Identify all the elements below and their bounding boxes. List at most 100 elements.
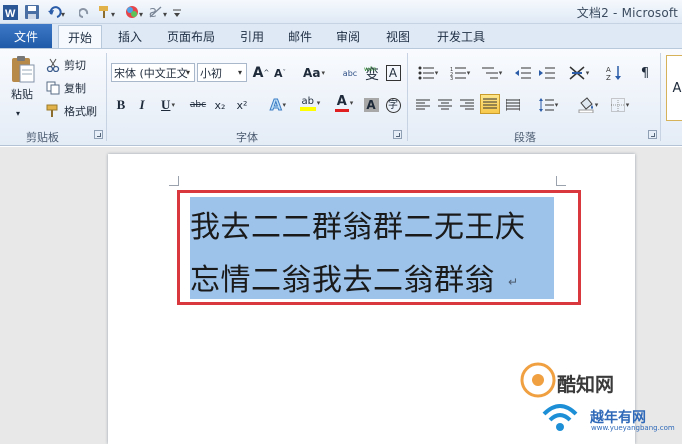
grow-font-button[interactable]: A ^ <box>252 63 270 83</box>
font-color-button[interactable]: A ▾ <box>330 93 358 113</box>
font-launcher-icon[interactable] <box>393 130 402 139</box>
margin-corner-mark <box>556 176 566 186</box>
distributed-icon <box>506 99 520 111</box>
superscript-button[interactable]: x² <box>234 95 250 115</box>
window-title: 文档2 - Microsoft <box>576 6 678 20</box>
font-color-letter: A <box>336 94 347 109</box>
decrease-indent-button[interactable] <box>513 63 533 83</box>
paintbrush-icon <box>46 104 58 117</box>
svg-text:wén: wén <box>364 66 377 73</box>
tab-references[interactable]: 引用 <box>234 24 270 48</box>
clipboard-launcher-icon[interactable] <box>94 130 103 139</box>
group-divider <box>106 53 107 141</box>
paste-button[interactable]: 粘贴 <box>5 53 39 105</box>
align-left-icon <box>416 99 430 110</box>
svg-text:3: 3 <box>450 76 453 80</box>
strikethrough-label: abc <box>189 100 207 110</box>
copy-icon <box>46 81 60 95</box>
borders-button[interactable]: ▾ <box>606 95 634 115</box>
save-icon[interactable] <box>24 3 40 21</box>
undo-icon[interactable]: ▾ <box>46 3 68 21</box>
italic-label: I <box>139 97 145 112</box>
multilevel-list-icon <box>481 67 498 79</box>
svg-text:▾: ▾ <box>139 10 143 19</box>
bold-button[interactable]: B <box>113 95 129 115</box>
redo-icon[interactable] <box>78 3 92 21</box>
char-border-button[interactable]: A <box>384 63 402 83</box>
paragraph-launcher-icon[interactable] <box>648 130 657 139</box>
text-effects-button[interactable]: A ▾ <box>264 95 292 115</box>
justify-button[interactable] <box>480 94 500 114</box>
underline-button[interactable]: U ▾ <box>156 95 180 115</box>
underline-label: U <box>161 97 171 112</box>
sort-icon: AZ <box>606 66 621 81</box>
phonetic-guide-button[interactable]: abc <box>340 63 360 83</box>
styles-gallery[interactable]: A <box>666 55 682 121</box>
tab-file[interactable]: 文件 <box>0 24 52 48</box>
highlight-icon: ab <box>299 95 316 111</box>
numbering-icon: 123 <box>450 67 466 80</box>
enclose-char-button[interactable]: 字 <box>384 95 402 115</box>
subscript-label: x₂ <box>214 98 226 112</box>
change-case-button[interactable]: Aa ▾ <box>300 63 328 83</box>
highlight-frame <box>177 190 581 305</box>
align-center-button[interactable] <box>436 95 454 115</box>
format-painter-icon[interactable]: ▾ <box>96 3 120 21</box>
bullets-button[interactable]: ▾ <box>414 63 442 83</box>
show-marks-button[interactable]: ¶ <box>636 63 654 83</box>
highlight-button[interactable]: ab ▾ <box>296 93 324 113</box>
shading-button[interactable]: ▾ <box>574 95 602 115</box>
paste-icon <box>12 56 35 83</box>
group-divider <box>407 53 408 141</box>
watermark-wifi-icon <box>540 398 580 441</box>
format-painter-button[interactable]: 格式刷 <box>46 101 102 121</box>
tab-mailings[interactable]: 邮件 <box>282 24 318 48</box>
highlight-letters: ab <box>301 95 314 107</box>
color-icon[interactable]: ▾ <box>124 3 146 21</box>
distributed-button[interactable] <box>504 95 522 115</box>
increase-indent-button[interactable] <box>537 63 557 83</box>
enclose-char-icon: 字 <box>385 97 401 113</box>
shrink-font-button[interactable]: Aˇ <box>272 63 288 83</box>
align-left-button[interactable] <box>414 95 432 115</box>
watermark-brand: 酷知网 <box>557 374 615 396</box>
chevron-down-icon: ▾ <box>237 68 242 77</box>
copy-label: 复制 <box>64 82 86 95</box>
numbering-button[interactable]: 1 2 3 ▾ <box>446 63 474 83</box>
tab-page-layout[interactable]: 页面布局 <box>160 24 222 48</box>
copy-button[interactable]: 复制 <box>46 78 90 98</box>
font-color-icon: A <box>334 94 349 112</box>
italic-button[interactable]: I <box>134 95 150 115</box>
font-size-combo[interactable]: 小初 ▾ <box>197 63 247 82</box>
customize-icon[interactable] <box>172 3 182 21</box>
wen-icon[interactable]: 变 wén <box>362 63 382 83</box>
style-preview-label: A <box>672 80 682 96</box>
tab-insert[interactable]: 插入 <box>112 24 148 48</box>
clear-icon[interactable]: Ƨ ▾ <box>148 3 170 21</box>
font-size-value: 小初 <box>200 66 222 80</box>
word-logo-icon[interactable]: W <box>2 3 18 21</box>
line-spacing-button[interactable]: ▾ <box>534 95 562 115</box>
grow-font-icon: A <box>252 65 264 81</box>
cut-button[interactable]: 剪切 <box>46 55 90 75</box>
chinese-layout-button[interactable]: ▾ <box>566 63 592 83</box>
sort-button[interactable]: AZ <box>604 63 624 83</box>
tab-developer[interactable]: 开发工具 <box>430 24 492 48</box>
pilcrow-icon: ¶ <box>640 65 650 81</box>
strikethrough-button[interactable]: abc <box>188 95 208 115</box>
paragraph-group-label: 段落 <box>514 131 536 144</box>
ribbon: 粘贴 ▾ 剪切 复制 格式刷 剪贴板 宋体 (中文正文 ▾ 小初 ▾ A ^ Aˇ… <box>0 48 682 146</box>
font-name-combo[interactable]: 宋体 (中文正文 ▾ <box>111 63 195 82</box>
paste-dropdown-icon[interactable]: ▾ <box>16 109 20 118</box>
shrink-font-icon: A <box>273 66 283 80</box>
char-border-label: A <box>385 65 401 81</box>
char-shading-icon: A <box>363 98 379 112</box>
align-right-button[interactable] <box>458 95 476 115</box>
tab-home[interactable]: 开始 <box>58 25 102 49</box>
multilevel-list-button[interactable]: ▾ <box>478 63 506 83</box>
tab-review[interactable]: 审阅 <box>330 24 366 48</box>
char-shading-button[interactable]: A <box>362 95 380 115</box>
text-effects-icon: A <box>269 96 282 115</box>
subscript-button[interactable]: x₂ <box>212 95 228 115</box>
tab-view[interactable]: 视图 <box>380 24 416 48</box>
